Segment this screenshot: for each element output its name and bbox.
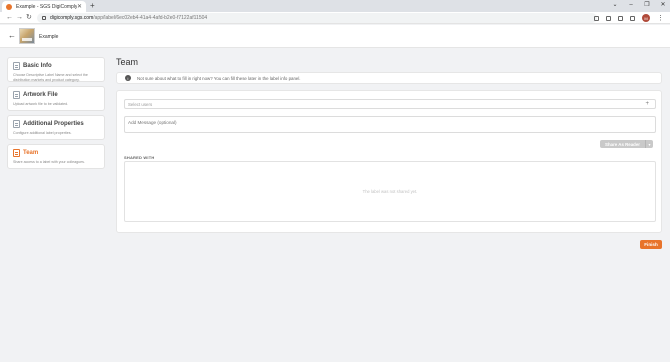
- step-description: Choose Descriptive Label Name and select…: [13, 73, 88, 82]
- profile-avatar[interactable]: M: [642, 14, 650, 22]
- step-title: Artwork File: [23, 92, 58, 98]
- document-icon: [13, 91, 20, 99]
- sgs-favicon-icon: [6, 3, 12, 10]
- close-window-icon[interactable]: ✕: [660, 0, 666, 11]
- browser-toolbar: M ⋮: [594, 13, 664, 23]
- step-basic-info[interactable]: Basic Info Choose Descriptive Label Name…: [7, 57, 105, 82]
- minimize-icon[interactable]: –: [628, 0, 634, 11]
- team-document-icon: [13, 149, 20, 157]
- key-icon[interactable]: [594, 15, 599, 21]
- step-artwork-file[interactable]: Artwork File Upload artwork file to be v…: [7, 86, 105, 111]
- lock-icon: [42, 16, 46, 20]
- wizard-steps: Basic Info Choose Descriptive Label Name…: [7, 57, 105, 173]
- tab-close-icon[interactable]: ✕: [77, 3, 82, 10]
- shared-with-heading: SHARED WITH: [124, 155, 155, 160]
- share-split-button: Share As Reader ▾: [600, 140, 653, 148]
- info-icon: i: [125, 75, 131, 81]
- tab-title: Example - SGS DigiComply: [16, 3, 77, 10]
- step-additional-properties[interactable]: Additional Properties Configure addition…: [7, 115, 105, 140]
- step-title: Team: [23, 150, 39, 156]
- step-description: Configure additional label properties.: [13, 131, 72, 135]
- share-icon[interactable]: [606, 15, 611, 21]
- window-controls: ⌄ – ❐ ✕: [612, 0, 666, 11]
- share-as-reader-button[interactable]: Share As Reader: [600, 140, 645, 148]
- select-users-placeholder: Select users: [128, 101, 153, 107]
- shared-with-list: The label was not shared yet.: [124, 161, 656, 222]
- document-icon: [13, 120, 20, 128]
- tab-search-icon[interactable]: ⌄: [612, 0, 618, 11]
- back-arrow-icon[interactable]: ←: [8, 31, 16, 40]
- step-title: Basic Info: [23, 63, 52, 69]
- reload-icon[interactable]: ↻: [26, 13, 32, 23]
- select-users-input[interactable]: Select users +: [124, 99, 656, 109]
- team-card: Select users + Share As Reader ▾ SHARED …: [116, 90, 662, 233]
- info-banner: i Not sure about what to fill in right n…: [116, 72, 662, 84]
- star-icon[interactable]: [618, 15, 623, 21]
- app-header: ← Example: [0, 25, 670, 48]
- url-field[interactable]: digicomply.sgs.com/app/label/6ec02eb4-41…: [37, 13, 597, 23]
- url-text: digicomply.sgs.com/app/label/6ec02eb4-41…: [50, 15, 208, 21]
- message-field[interactable]: [124, 116, 656, 133]
- forward-nav-icon[interactable]: →: [16, 13, 23, 23]
- share-options-chevron-icon[interactable]: ▾: [645, 140, 653, 148]
- document-icon: [13, 62, 20, 70]
- back-nav-icon[interactable]: ←: [6, 13, 13, 23]
- label-thumbnail: [19, 28, 35, 44]
- step-title: Additional Properties: [23, 121, 84, 127]
- add-user-icon[interactable]: +: [645, 101, 649, 108]
- label-name: Example: [39, 34, 59, 40]
- browser-tab[interactable]: Example - SGS DigiComply ✕: [2, 1, 86, 12]
- step-description: Upload artwork file to be validated.: [13, 102, 69, 106]
- empty-state-text: The label was not shared yet.: [362, 189, 418, 194]
- finish-button[interactable]: Finish: [640, 240, 662, 249]
- step-description: Share access to a label with your collea…: [13, 160, 85, 164]
- new-tab-button[interactable]: +: [90, 1, 95, 11]
- restore-icon[interactable]: ❐: [644, 0, 650, 11]
- info-text: Not sure about what to fill in right now…: [137, 75, 301, 81]
- step-team[interactable]: Team Share access to a label with your c…: [7, 144, 105, 169]
- browser-menu-icon[interactable]: ⋮: [657, 14, 664, 22]
- browser-address-bar: ← → ↻ digicomply.sgs.com/app/label/6ec02…: [0, 12, 670, 24]
- page-title: Team: [116, 57, 139, 67]
- browser-tab-bar: Example - SGS DigiComply ✕ + ⌄ – ❐ ✕: [0, 0, 670, 12]
- sidepanel-icon[interactable]: [630, 15, 635, 21]
